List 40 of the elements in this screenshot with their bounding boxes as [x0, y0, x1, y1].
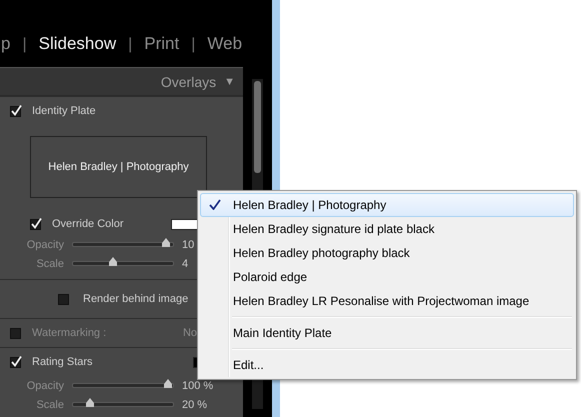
menu-item[interactable]: Helen Bradley | Photography — [200, 193, 574, 217]
separator: | — [191, 36, 196, 54]
scrollbar-thumb[interactable] — [254, 81, 261, 173]
menu-item[interactable]: Edit... — [200, 353, 574, 377]
menu-item[interactable]: Main Identity Plate — [200, 321, 574, 345]
menu-item[interactable]: Polaroid edge — [200, 265, 574, 289]
module-tab[interactable]: Web — [207, 34, 242, 54]
module-tab[interactable]: Print — [144, 34, 180, 54]
checkbox[interactable] — [10, 105, 22, 117]
section-label: Watermarking : — [32, 327, 106, 339]
separator: | — [22, 36, 27, 54]
slider-label: Opacity — [26, 380, 64, 392]
slider-label: Opacity — [26, 238, 64, 250]
separator: | — [128, 36, 132, 54]
menu-item[interactable]: Helen Bradley LR Pesonalise with Projectwoman image — [200, 289, 574, 313]
checkbox[interactable] — [10, 356, 22, 368]
checkbox[interactable] — [30, 218, 42, 230]
module-tab[interactable]: p — [1, 34, 10, 54]
panel-title[interactable]: Overlays — [160, 74, 216, 90]
section-label: Rating Stars — [32, 356, 93, 368]
section-label: Identity Plate — [32, 105, 96, 117]
checkbox[interactable] — [58, 293, 70, 305]
slider-thumb[interactable] — [86, 398, 94, 407]
slider-thumb[interactable] — [109, 257, 117, 266]
checkbox-label: Render behind image — [83, 293, 188, 305]
slider-value: 10 — [182, 238, 194, 250]
slider-value: 4 — [182, 258, 188, 270]
identity-plate-preview[interactable]: Helen Bradley | Photography — [30, 136, 207, 198]
collapse-toggle[interactable]: ▼ — [224, 76, 235, 88]
menu-item[interactable]: Helen Bradley photography black — [200, 241, 574, 265]
slider-thumb[interactable] — [162, 238, 170, 247]
slider-value: 20 % — [182, 398, 208, 410]
slider-label: Scale — [35, 258, 64, 270]
module-tab[interactable]: Slideshow — [38, 34, 116, 54]
menu-item[interactable]: Helen Bradley signature id plate black — [200, 217, 574, 241]
watermark-value: No — [182, 327, 197, 339]
slider-value: 100 % — [182, 380, 214, 392]
slider-label: Scale — [35, 398, 64, 410]
slider-thumb[interactable] — [164, 379, 172, 388]
checkbox-label: Override Color — [52, 218, 124, 230]
